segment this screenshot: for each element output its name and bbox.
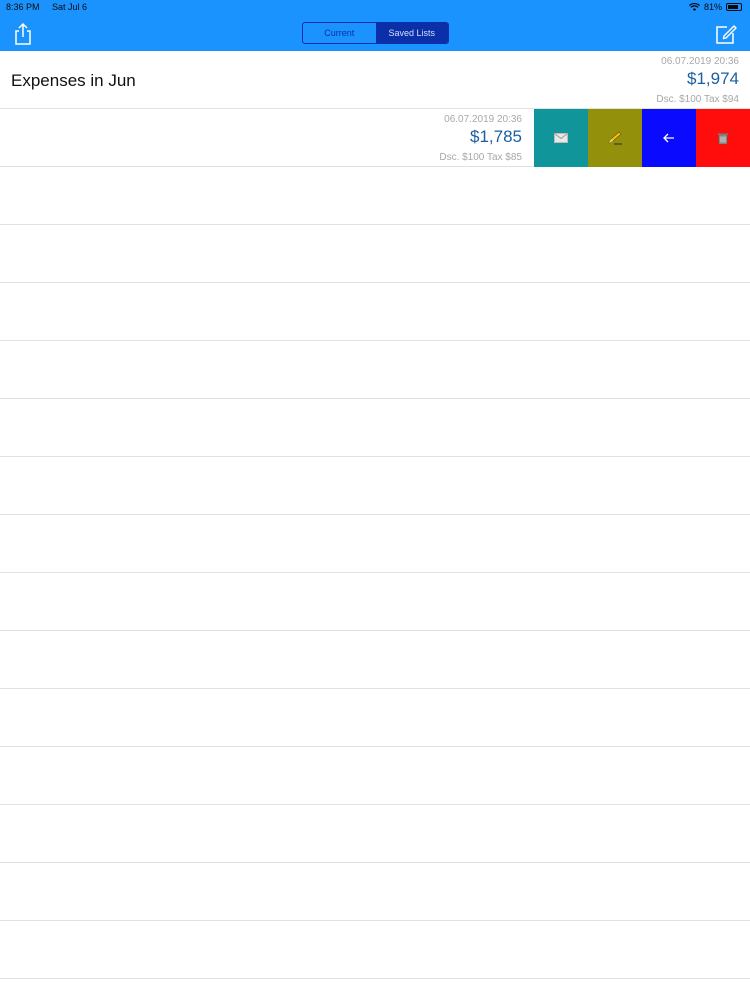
edit-action-button[interactable] (588, 109, 642, 167)
move-action-button[interactable] (642, 109, 696, 167)
share-button[interactable] (12, 22, 34, 46)
empty-row (0, 921, 750, 979)
segment-saved-lists[interactable]: Saved Lists (375, 23, 448, 43)
status-time: 8:36 PM (6, 2, 40, 12)
share-icon (15, 22, 31, 45)
empty-row (0, 167, 750, 225)
list-amount: $1,974 (687, 69, 739, 88)
trash-icon (718, 133, 728, 144)
arrow-left-icon (663, 133, 674, 143)
empty-row (0, 689, 750, 747)
navigation-bar: 8:36 PM Sat Jul 6 81% Current Saved List… (0, 0, 750, 52)
list-title: Expenses in Jun (11, 71, 136, 90)
list-discount-tax: Dsc. $100 Tax $94 (656, 94, 739, 105)
wifi-icon (688, 3, 700, 11)
list-amount: $1,785 (470, 127, 522, 146)
empty-row (0, 515, 750, 573)
list-date: 06.07.2019 20:36 (444, 114, 522, 125)
mail-action-button[interactable] (534, 109, 588, 167)
empty-row (0, 283, 750, 341)
swipe-actions (534, 109, 750, 167)
empty-row (0, 225, 750, 283)
list-discount-tax: Dsc. $100 Tax $85 (439, 152, 522, 163)
list-segmented-control: Current Saved Lists (302, 22, 449, 44)
empty-row (0, 747, 750, 805)
compose-icon (716, 25, 737, 44)
compose-button[interactable] (714, 22, 738, 46)
list-date: 06.07.2019 20:36 (661, 56, 739, 67)
empty-row (0, 457, 750, 515)
empty-row (0, 805, 750, 863)
pencil-icon (608, 131, 622, 145)
battery-icon (726, 3, 742, 11)
envelope-icon (554, 133, 568, 143)
empty-row (0, 863, 750, 921)
empty-row (0, 631, 750, 689)
segment-current[interactable]: Current (303, 23, 376, 43)
battery-percentage: 81% (703, 2, 722, 12)
status-date: Sat Jul 6 (52, 2, 88, 12)
status-bar-left: 8:36 PM Sat Jul 6 (6, 2, 97, 12)
empty-row (0, 399, 750, 457)
status-bar-right: 81% (688, 2, 742, 12)
delete-action-button[interactable] (696, 109, 750, 167)
empty-row (0, 573, 750, 631)
saved-list-row[interactable]: Expenses in Jun 06.07.2019 20:36 $1,974 … (0, 51, 750, 109)
empty-row (0, 341, 750, 399)
